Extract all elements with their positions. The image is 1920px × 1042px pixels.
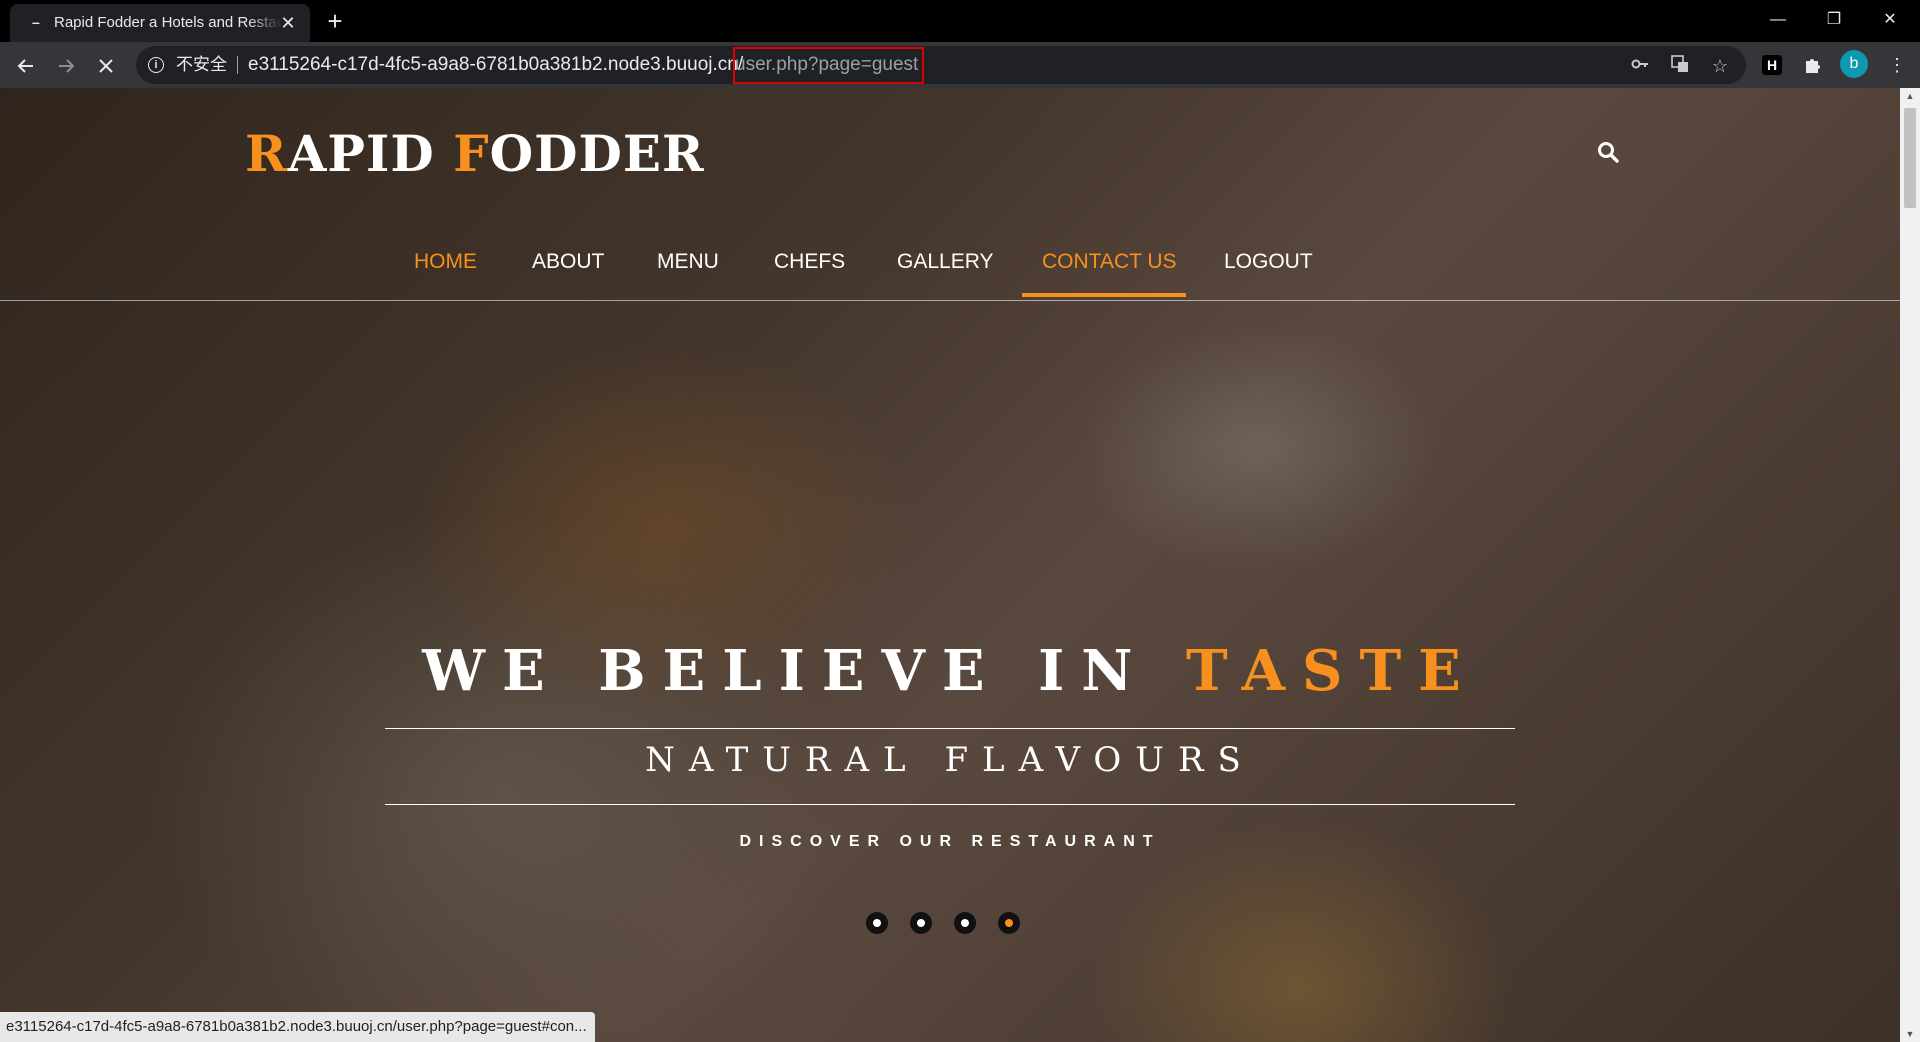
nav-about[interactable]: ABOUT (532, 236, 604, 288)
extensions-puzzle-icon[interactable] (1800, 52, 1826, 78)
minimize-button[interactable]: — (1750, 0, 1806, 40)
hero-divider-bottom (385, 804, 1515, 805)
hero-divider-top (385, 728, 1515, 729)
profile-avatar[interactable]: b (1840, 50, 1868, 78)
scroll-down-icon[interactable]: ▼ (1900, 1026, 1920, 1042)
hero-background-image (0, 88, 1900, 1042)
nav-home[interactable]: HOME (414, 236, 477, 288)
brand-word-2-rest: ODDER (489, 124, 705, 183)
browser-menu-icon[interactable]: ⋮ (1884, 52, 1910, 78)
slider-dot-2[interactable] (910, 912, 932, 934)
main-nav: HOME ABOUT MENU CHEFS GALLERY CONTACT US… (0, 236, 1900, 288)
nav-hover-underline (1022, 293, 1186, 297)
omnibox-separator (237, 56, 238, 74)
loading-icon: – (32, 14, 40, 30)
url-host[interactable]: e3115264-c17d-4fc5-a9a8-6781b0a381b2.nod… (248, 46, 743, 84)
stop-x-icon (99, 59, 113, 73)
hero-title: WE BELIEVE IN TASTE (0, 638, 1900, 704)
security-label[interactable]: 不安全 (176, 46, 227, 84)
back-arrow-icon (17, 59, 33, 73)
slider-dot-3[interactable] (954, 912, 976, 934)
tab-title: Rapid Fodder a Hotels and Restaurants (54, 14, 282, 31)
scroll-up-icon[interactable]: ▲ (1900, 88, 1920, 104)
address-bar[interactable]: i 不安全 e3115264-c17d-4fc5-a9a8-6781b0a381… (136, 46, 1746, 84)
nav-gallery[interactable]: GALLERY (897, 236, 994, 288)
info-icon[interactable]: i (148, 57, 164, 73)
page-scrollbar[interactable]: ▲ ▼ (1900, 88, 1920, 1042)
status-bar-url: e3115264-c17d-4fc5-a9a8-6781b0a381b2.nod… (0, 1012, 595, 1042)
slider-pagination (866, 912, 1026, 934)
brand-initial-r: R (245, 124, 288, 183)
slider-dot-1[interactable] (866, 912, 888, 934)
restore-button[interactable]: ❐ (1806, 0, 1862, 40)
browser-toolbar: i 不安全 e3115264-c17d-4fc5-a9a8-6781b0a381… (0, 42, 1920, 88)
new-tab-button[interactable]: + (320, 6, 350, 36)
h-extension-icon[interactable]: H (1762, 55, 1782, 75)
brand-initial-f: F (453, 124, 490, 183)
translate-icon[interactable] (1668, 54, 1692, 78)
forward-arrow-icon (59, 59, 75, 73)
site-logo[interactable]: RAPID FODDER (245, 124, 705, 183)
hero-title-main: WE BELIEVE IN (422, 638, 1186, 704)
window-close-button[interactable]: ✕ (1862, 0, 1918, 40)
bookmark-star-icon[interactable]: ☆ (1708, 54, 1732, 78)
forward-button[interactable] (50, 50, 82, 82)
scroll-thumb[interactable] (1904, 108, 1916, 208)
slider-dot-4[interactable] (998, 912, 1020, 934)
url-highlight-box (733, 47, 924, 84)
tab-strip: – Rapid Fodder a Hotels and Restaurants … (0, 0, 1920, 42)
stop-button[interactable] (90, 50, 122, 82)
nav-chefs[interactable]: CHEFS (774, 236, 845, 288)
nav-logout[interactable]: LOGOUT (1224, 236, 1313, 288)
hero-subtitle: NATURAL FLAVOURS (645, 740, 1255, 780)
nav-contact-us[interactable]: CONTACT US (1042, 236, 1177, 288)
hero-section: RAPID FODDER HOME ABOUT MENU CHEFS GALLE… (0, 88, 1900, 1042)
search-icon[interactable] (1596, 140, 1620, 164)
key-icon[interactable] (1628, 54, 1652, 78)
discover-restaurant-link[interactable]: DISCOVER OUR RESTAURANT (0, 833, 1900, 851)
header-divider (0, 300, 1900, 301)
tab-close-icon[interactable]: ✕ (278, 13, 298, 33)
browser-tab[interactable]: – Rapid Fodder a Hotels and Restaurants … (10, 4, 310, 42)
hero-title-accent: TASTE (1186, 638, 1478, 704)
brand-word-1-rest: APID (287, 124, 454, 183)
back-button[interactable] (10, 50, 42, 82)
nav-menu[interactable]: MENU (657, 236, 719, 288)
